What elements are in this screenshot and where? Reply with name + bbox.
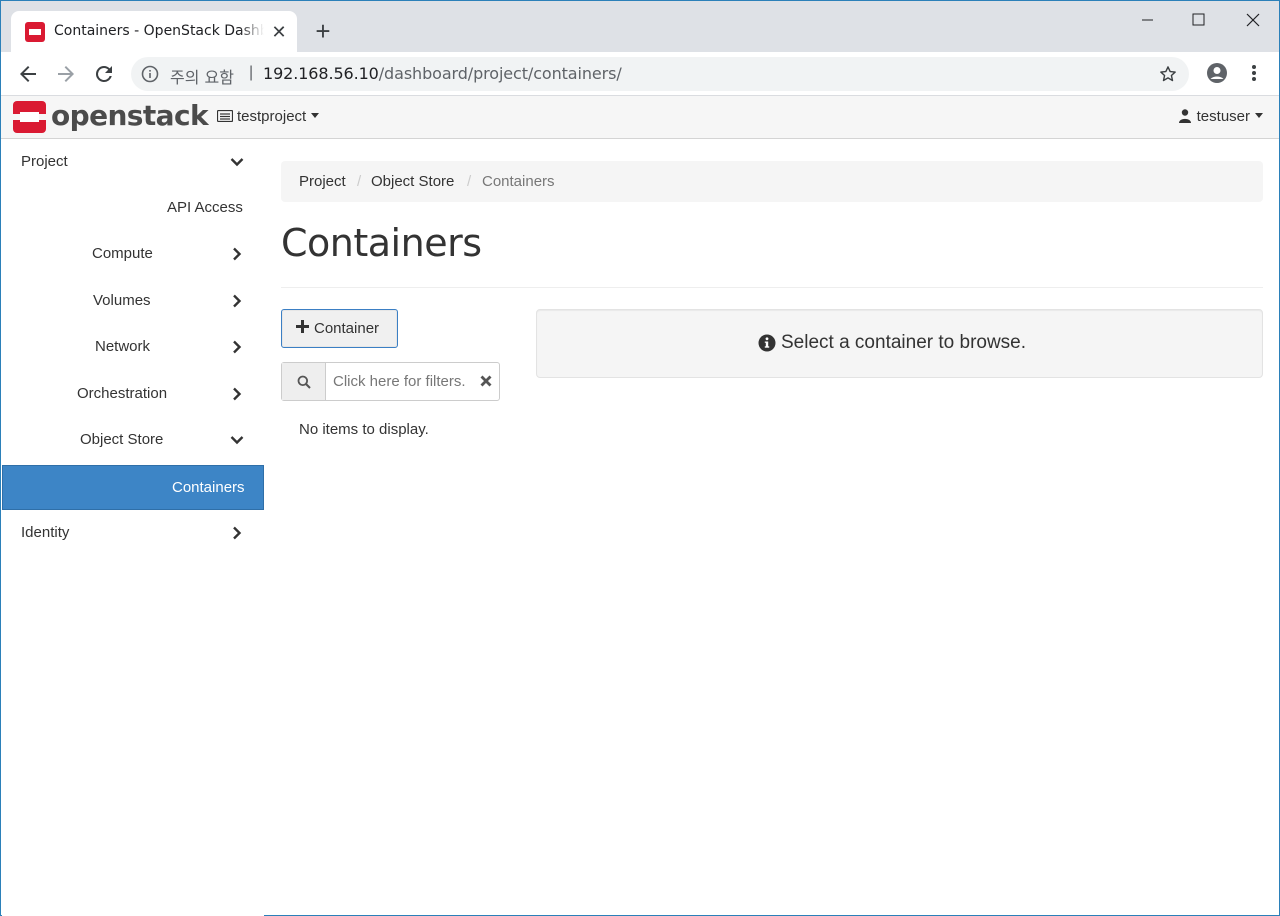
sidebar-item-label: Orchestration	[77, 385, 168, 402]
logo-text: openstack	[51, 99, 209, 132]
breadcrumb: Project / Object Store / Containers	[281, 161, 1263, 202]
user-caret-icon	[1255, 113, 1263, 118]
chevron-right-icon	[233, 247, 242, 261]
sidebar-item-label: Identity	[21, 524, 70, 541]
sidebar-item-containers[interactable]: Containers	[2, 465, 264, 510]
address-bar[interactable]: 주의 요함 | 192.168.56.10/dashboard/project/…	[131, 57, 1189, 91]
bookmark-star-icon[interactable]	[1158, 64, 1178, 84]
browser-toolbar: 주의 요함 | 192.168.56.10/dashboard/project/…	[1, 52, 1279, 96]
clear-filter-icon[interactable]	[479, 374, 493, 388]
add-container-button[interactable]: Container	[281, 309, 398, 348]
sidebar-item-volumes[interactable]: Volumes	[2, 279, 264, 324]
forward-arrow-icon[interactable]	[54, 62, 78, 86]
empty-list-message: No items to display.	[299, 421, 429, 438]
chevron-right-icon	[233, 526, 242, 540]
new-tab-icon[interactable]: +	[311, 18, 335, 44]
sidebar-item-orchestration[interactable]: Orchestration	[2, 372, 264, 417]
chevron-right-icon	[233, 340, 242, 354]
url-host: 192.168.56.10	[263, 64, 379, 83]
breadcrumb-separator: /	[357, 173, 362, 190]
sidebar-item-object-store[interactable]: Object Store	[2, 418, 264, 463]
chevron-down-icon	[230, 158, 244, 167]
sidebar-item-label: Network	[95, 338, 151, 355]
user-name: testuser	[1196, 108, 1250, 125]
url-text[interactable]: 192.168.56.10/dashboard/project/containe…	[263, 64, 622, 83]
sidebar-item-label: Containers	[172, 479, 245, 496]
window-close-icon[interactable]	[1229, 7, 1277, 33]
maximize-icon[interactable]	[1174, 7, 1222, 33]
info-icon	[758, 334, 776, 352]
chevron-down-icon	[230, 436, 244, 445]
title-divider	[281, 287, 1263, 288]
search-icon	[297, 375, 311, 389]
add-container-label: Container	[314, 320, 380, 337]
chevron-right-icon	[233, 294, 242, 308]
container-browse-panel: Select a container to browse.	[536, 309, 1263, 378]
openstack-navbar: openstack testproject testuser	[1, 96, 1279, 139]
openstack-logo-icon	[13, 101, 46, 133]
sidebar-item-identity[interactable]: Identity	[2, 511, 264, 556]
url-separator: |	[249, 64, 254, 81]
filter-search-addon[interactable]	[282, 363, 326, 400]
breadcrumb-project[interactable]: Project	[299, 173, 346, 190]
kebab-menu-icon[interactable]	[1246, 62, 1262, 84]
breadcrumb-object-store[interactable]: Object Store	[371, 173, 454, 190]
back-arrow-icon[interactable]	[16, 62, 40, 86]
sidebar-item-project[interactable]: Project	[2, 140, 264, 185]
chevron-right-icon	[233, 387, 242, 401]
browser-tab[interactable]: Containers - OpenStack Dashboard ✕	[11, 11, 297, 52]
url-path: /dashboard/project/containers/	[378, 64, 622, 83]
sidebar-item-label: Project	[21, 153, 68, 170]
openstack-favicon-icon	[25, 22, 45, 42]
breadcrumb-containers: Containers	[482, 173, 555, 190]
sidebar-item-api-access[interactable]: API Access	[2, 186, 264, 231]
tab-title: Containers - OpenStack Dashboard	[54, 23, 264, 39]
user-menu[interactable]: testuser	[1178, 108, 1263, 125]
browser-window: Containers - OpenStack Dashboard ✕ + 주의 …	[0, 0, 1280, 916]
project-list-icon	[217, 110, 233, 122]
security-warning-text: 주의 요함	[170, 68, 234, 87]
profile-icon[interactable]	[1206, 62, 1228, 84]
breadcrumb-separator: /	[467, 173, 472, 190]
plus-icon	[296, 320, 309, 333]
sidebar: Project API Access Compute Volumes Netwo…	[2, 140, 264, 916]
info-circle-icon[interactable]	[141, 65, 159, 83]
project-switcher[interactable]: testproject	[217, 108, 320, 125]
minimize-icon[interactable]	[1123, 7, 1171, 33]
openstack-logo[interactable]: openstack	[13, 99, 209, 133]
page-title: Containers	[281, 221, 482, 265]
user-icon	[1178, 109, 1191, 123]
sidebar-item-label: Volumes	[93, 292, 151, 309]
reload-icon[interactable]	[92, 62, 116, 86]
tab-strip: Containers - OpenStack Dashboard ✕ +	[1, 1, 1279, 52]
project-caret-icon	[311, 113, 320, 118]
filter-input[interactable]	[327, 363, 477, 400]
info-message: Select a container to browse.	[781, 332, 1027, 353]
filter-box	[281, 362, 500, 401]
sidebar-item-compute[interactable]: Compute	[2, 232, 264, 277]
tab-close-icon[interactable]: ✕	[269, 22, 289, 42]
sidebar-item-label: API Access	[167, 199, 243, 216]
sidebar-item-label: Object Store	[80, 431, 164, 448]
project-name: testproject	[237, 108, 307, 125]
sidebar-item-network[interactable]: Network	[2, 325, 264, 370]
sidebar-item-label: Compute	[92, 245, 153, 262]
